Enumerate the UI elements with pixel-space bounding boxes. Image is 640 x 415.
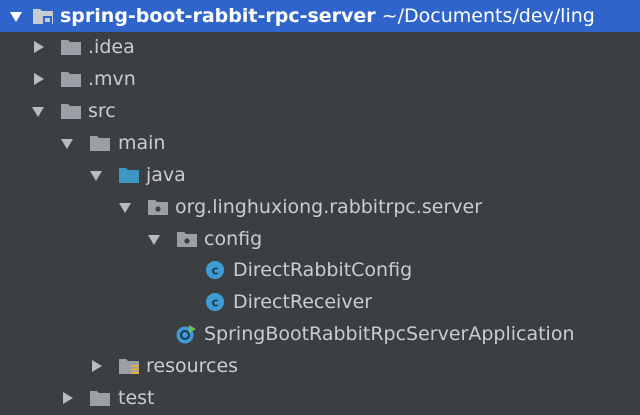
tree-item-label: main [118, 132, 166, 154]
chevron-down-icon[interactable] [10, 0, 24, 32]
chevron-right-icon[interactable] [32, 31, 46, 63]
folder-icon [61, 72, 81, 87]
spring-boot-class-icon [176, 325, 196, 344]
project-tree: spring-boot-rabbit-rpc-server ~/Document… [0, 0, 640, 415]
module-folder-icon [33, 9, 53, 24]
folder-icon [90, 391, 110, 406]
tree-item-label: resources [146, 355, 239, 377]
project-path: ~/Documents/dev/ling [381, 5, 595, 27]
tree-item-label: DirectRabbitConfig [233, 259, 413, 281]
tree-item-label: config [204, 228, 263, 250]
svg-text:c: c [211, 264, 218, 278]
tree-item-mvn[interactable]: .mvn [0, 63, 640, 95]
chevron-right-icon[interactable] [61, 382, 75, 414]
tree-root-row[interactable]: spring-boot-rabbit-rpc-server ~/Document… [0, 0, 640, 32]
chevron-down-icon[interactable] [90, 159, 104, 191]
folder-icon [61, 104, 81, 119]
chevron-down-icon[interactable] [148, 223, 162, 255]
tree-item-class-directrabbitconfig[interactable]: c DirectRabbitConfig [0, 254, 640, 286]
tree-item-label: test [118, 387, 155, 409]
tree-item-java[interactable]: java [0, 159, 640, 191]
source-folder-icon [119, 168, 139, 183]
tree-item-label: org.linghuxiong.rabbitrpc.server [175, 196, 483, 218]
tree-item-label: SpringBootRabbitRpcServerApplication [204, 323, 575, 345]
tree-item-label: .idea [88, 36, 135, 58]
svg-text:c: c [211, 296, 218, 310]
tree-item-idea[interactable]: .idea [0, 31, 640, 63]
tree-item-src[interactable]: src [0, 95, 640, 127]
tree-item-package-server[interactable]: org.linghuxiong.rabbitrpc.server [0, 191, 640, 223]
chevron-down-icon[interactable] [32, 95, 46, 127]
tree-item-label: .mvn [88, 68, 136, 90]
folder-icon [61, 40, 81, 55]
chevron-right-icon[interactable] [90, 350, 104, 382]
resources-folder-icon [119, 359, 139, 374]
tree-item-main[interactable]: main [0, 127, 640, 159]
class-icon: c [206, 261, 224, 279]
tree-item-class-directreceiver[interactable]: c DirectReceiver [0, 286, 640, 318]
tree-item-label: java [146, 164, 186, 186]
folder-icon [90, 136, 110, 151]
tree-item-package-config[interactable]: config [0, 223, 640, 255]
tree-item-label: src [88, 100, 116, 122]
tree-item-class-application[interactable]: SpringBootRabbitRpcServerApplication [0, 318, 640, 350]
chevron-down-icon[interactable] [61, 127, 75, 159]
tree-item-test[interactable]: test [0, 382, 640, 414]
chevron-down-icon[interactable] [119, 191, 133, 223]
class-icon: c [206, 293, 224, 311]
tree-item-label: DirectReceiver [233, 291, 373, 313]
package-icon [177, 232, 197, 247]
package-icon [148, 200, 168, 215]
project-name: spring-boot-rabbit-rpc-server [60, 5, 376, 27]
chevron-right-icon[interactable] [32, 63, 46, 95]
tree-item-resources[interactable]: resources [0, 350, 640, 382]
